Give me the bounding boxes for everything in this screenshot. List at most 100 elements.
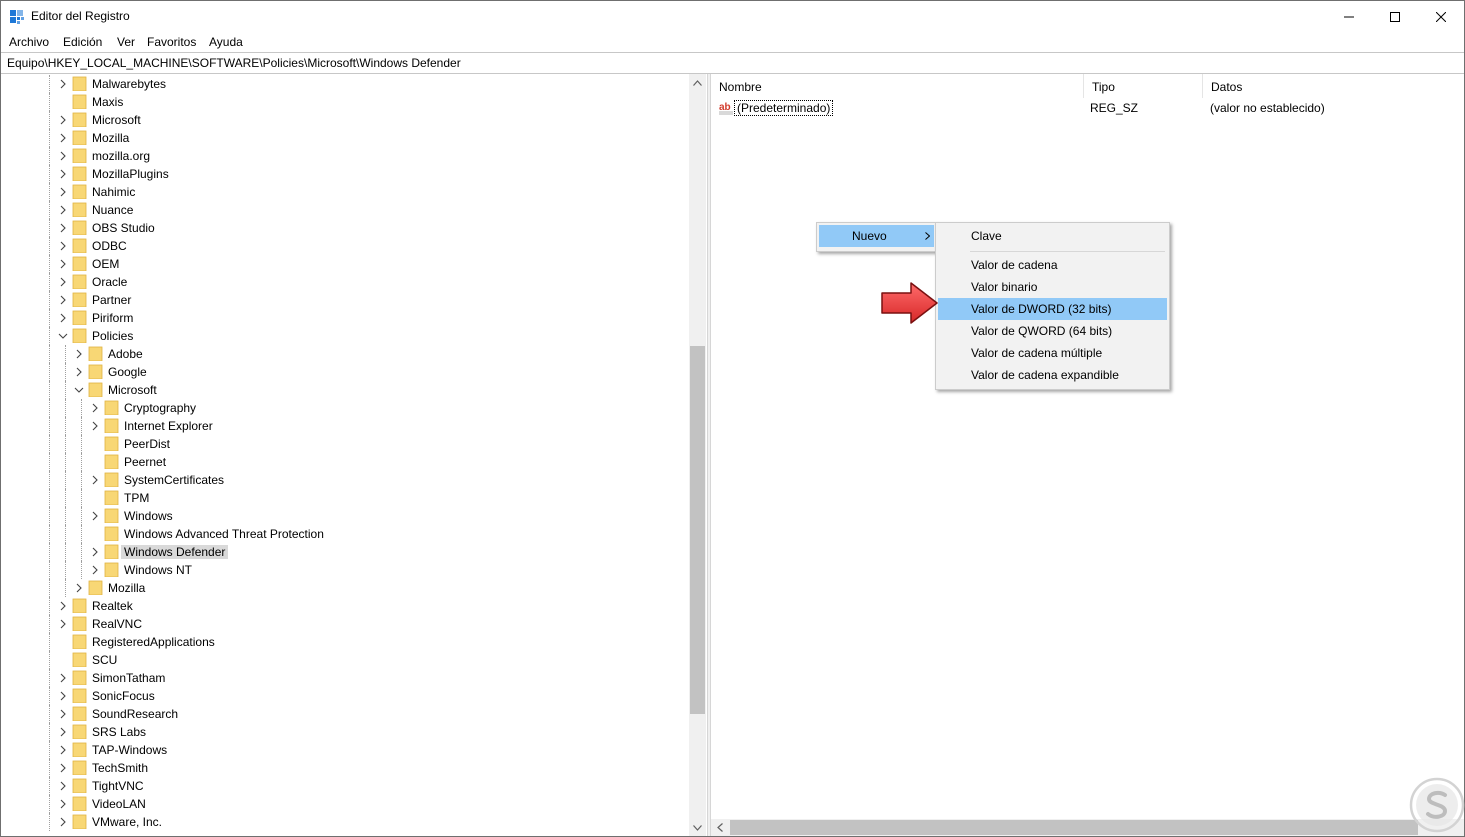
list-horizontal-scrollbar[interactable] [711,819,1464,836]
column-header-nombre[interactable]: Nombre [711,74,1083,98]
chevron-right-icon[interactable] [58,313,68,323]
tree-item[interactable]: Peernet [1,453,689,471]
chevron-right-icon[interactable] [58,745,68,755]
tree-item[interactable]: Windows Advanced Threat Protection [1,525,689,543]
chevron-right-icon[interactable] [90,511,100,521]
menu-item-new-value[interactable]: Valor de cadena expandible [938,364,1167,386]
tree-item[interactable]: Piriform [1,309,689,327]
chevron-right-icon[interactable] [58,133,68,143]
address-bar[interactable]: Equipo\HKEY_LOCAL_MACHINE\SOFTWARE\Polic… [1,52,1464,74]
chevron-right-icon[interactable] [58,205,68,215]
tree-item[interactable]: SystemCertificates [1,471,689,489]
tree-item[interactable]: OEM [1,255,689,273]
chevron-right-icon[interactable] [58,169,68,179]
chevron-right-icon[interactable] [90,421,100,431]
scroll-up-button[interactable] [689,74,706,91]
tree-item[interactable]: Internet Explorer [1,417,689,435]
tree-item[interactable]: Adobe [1,345,689,363]
tree-item[interactable]: SRS Labs [1,723,689,741]
chevron-right-icon[interactable] [90,475,100,485]
tree-item[interactable]: SoundResearch [1,705,689,723]
chevron-right-icon[interactable] [58,601,68,611]
chevron-right-icon[interactable] [58,223,68,233]
minimize-button[interactable] [1326,1,1372,32]
tree-item[interactable]: TechSmith [1,759,689,777]
chevron-right-icon[interactable] [58,781,68,791]
chevron-right-icon[interactable] [58,763,68,773]
scroll-thumb[interactable] [690,346,705,714]
chevron-down-icon[interactable] [74,385,84,395]
tree-item[interactable]: ODBC [1,237,689,255]
chevron-right-icon[interactable] [74,349,84,359]
menu-item-new-value[interactable]: Valor de DWORD (32 bits) [938,298,1167,320]
tree-item[interactable]: Oracle [1,273,689,291]
tree-item[interactable]: SCU [1,651,689,669]
chevron-right-icon[interactable] [58,187,68,197]
tree-item[interactable]: OBS Studio [1,219,689,237]
tree-item[interactable]: RegisteredApplications [1,633,689,651]
chevron-right-icon[interactable] [58,691,68,701]
tree-item[interactable]: Realtek [1,597,689,615]
menu-item-nuevo[interactable]: Nuevo [819,225,934,247]
chevron-right-icon[interactable] [74,583,84,593]
tree-item[interactable]: Windows NT [1,561,689,579]
chevron-down-icon[interactable] [58,331,68,341]
column-header-datos[interactable]: Datos [1203,74,1464,98]
key-tree[interactable]: Malwarebytes Maxis Microsoft Mozilla mozilla… [1,74,707,836]
menu-item-new-value[interactable]: Valor binario [938,276,1167,298]
menu-ver[interactable]: Ver [117,35,135,49]
menu-item-clave[interactable]: Clave [938,225,1167,247]
menu-item-new-value[interactable]: Valor de QWORD (64 bits) [938,320,1167,342]
tree-item[interactable]: PeerDist [1,435,689,453]
chevron-right-icon[interactable] [74,367,84,377]
menu-ayuda[interactable]: Ayuda [209,35,243,49]
chevron-right-icon[interactable] [90,403,100,413]
tree-item[interactable]: SonicFocus [1,687,689,705]
tree-item[interactable]: Google [1,363,689,381]
column-header-tipo[interactable]: Tipo [1084,74,1202,98]
tree-item[interactable]: SimonTatham [1,669,689,687]
tree-item[interactable]: Maxis [1,93,689,111]
chevron-right-icon[interactable] [58,673,68,683]
values-list[interactable]: Nombre Tipo Datos ab (Predeterminado) RE… [711,74,1464,836]
chevron-right-icon[interactable] [58,295,68,305]
tree-item[interactable]: Partner [1,291,689,309]
tree-item[interactable]: TightVNC [1,777,689,795]
chevron-right-icon[interactable] [90,547,100,557]
chevron-right-icon[interactable] [58,619,68,629]
maximize-button[interactable] [1372,1,1418,32]
chevron-right-icon[interactable] [90,565,100,575]
menu-item-new-value[interactable]: Valor de cadena múltiple [938,342,1167,364]
value-row[interactable]: ab (Predeterminado) REG_SZ (valor no est… [711,98,1464,118]
chevron-right-icon[interactable] [58,277,68,287]
menu-edicion[interactable]: Edición [63,35,102,49]
menu-archivo[interactable]: Archivo [9,35,49,49]
chevron-right-icon[interactable] [58,709,68,719]
tree-item[interactable]: TAP-Windows [1,741,689,759]
scroll-thumb[interactable] [730,820,1418,835]
tree-item[interactable]: Cryptography [1,399,689,417]
tree-vertical-scrollbar[interactable] [689,74,706,836]
tree-item[interactable]: Windows [1,507,689,525]
chevron-right-icon[interactable] [58,115,68,125]
tree-item[interactable]: MozillaPlugins [1,165,689,183]
tree-item[interactable]: Microsoft [1,111,689,129]
menu-favoritos[interactable]: Favoritos [147,35,196,49]
chevron-right-icon[interactable] [58,817,68,827]
tree-item[interactable]: Mozilla [1,129,689,147]
tree-item[interactable]: Nahimic [1,183,689,201]
scroll-left-button[interactable] [711,819,728,836]
chevron-right-icon[interactable] [58,151,68,161]
tree-item[interactable]: VMware, Inc. [1,813,689,831]
tree-item[interactable]: mozilla.org [1,147,689,165]
scroll-down-button[interactable] [689,819,706,836]
chevron-right-icon[interactable] [58,241,68,251]
tree-item[interactable]: Nuance [1,201,689,219]
tree-item[interactable]: Policies [1,327,689,345]
chevron-right-icon[interactable] [58,727,68,737]
chevron-right-icon[interactable] [58,799,68,809]
tree-item[interactable]: Windows Defender [1,543,689,561]
tree-item[interactable]: Malwarebytes [1,75,689,93]
menu-item-new-value[interactable]: Valor de cadena [938,254,1167,276]
tree-item[interactable]: RealVNC [1,615,689,633]
